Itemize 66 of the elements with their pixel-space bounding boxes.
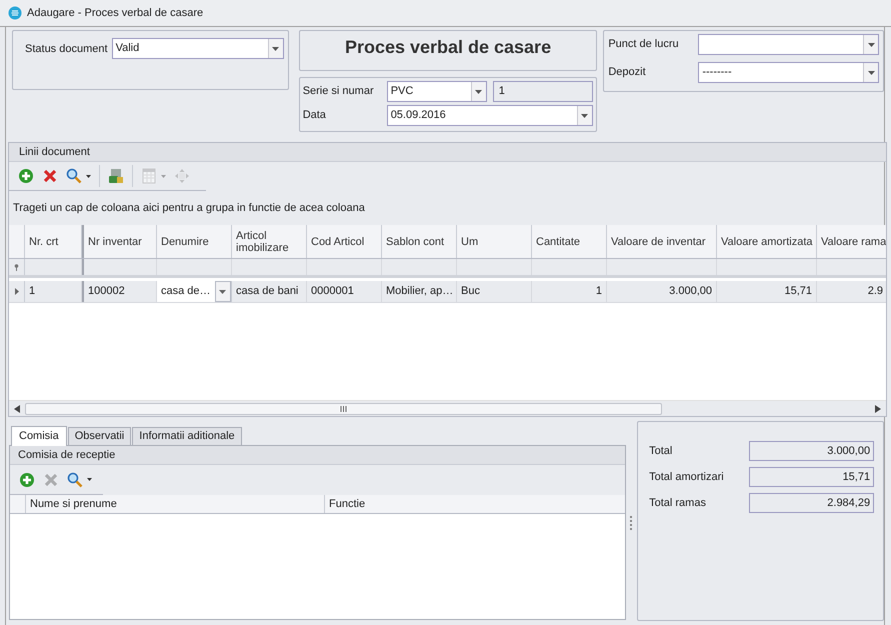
delete-icon bbox=[43, 472, 59, 488]
column-header[interactable]: Articol imobilizare bbox=[232, 225, 307, 258]
field-label: Status document bbox=[25, 42, 108, 57]
field-label: Serie si numar bbox=[302, 84, 375, 100]
filter-pin-icon bbox=[14, 264, 19, 270]
export-icon bbox=[108, 168, 124, 184]
column-header[interactable]: Valoare rama bbox=[817, 225, 886, 258]
field-label: Punct de lucru bbox=[608, 37, 680, 52]
date-picker[interactable]: 05.09.2016 bbox=[386, 105, 593, 126]
column-header[interactable]: Functie bbox=[325, 495, 626, 513]
field-label: Depozit bbox=[608, 65, 647, 80]
table-cell-text: 2.9 bbox=[866, 284, 884, 299]
table-cell: 3.000,00 bbox=[607, 281, 717, 302]
dropdown-caret-icon[interactable] bbox=[86, 174, 91, 178]
scroll-right-arrow[interactable] bbox=[875, 404, 881, 412]
splitter-grip-icon[interactable] bbox=[630, 516, 632, 530]
table-row[interactable]: 1 100002 casa de… casa de bani 0000001 Mobilier, ap… Buc 1 3.000,00 15,71 2.9 bbox=[9, 281, 886, 303]
total-field: 2.984,29 bbox=[749, 493, 874, 513]
row-indicator-icon bbox=[14, 288, 18, 295]
table-cell: Buc bbox=[457, 281, 532, 302]
column-header[interactable]: Denumire bbox=[157, 225, 232, 258]
search-icon bbox=[67, 472, 83, 488]
status-dropdown[interactable]: Valid bbox=[112, 38, 284, 59]
panel-title: Comisia de receptie bbox=[18, 448, 116, 463]
table-icon bbox=[141, 168, 157, 184]
scrollbar-thumb[interactable] bbox=[25, 402, 662, 414]
column-header[interactable]: Cod Articol bbox=[307, 225, 382, 258]
tab[interactable]: Informatii aditionale bbox=[132, 427, 242, 445]
total-field: 3.000,00 bbox=[749, 441, 874, 461]
move-arrows-icon bbox=[174, 168, 190, 184]
field-label: Data bbox=[302, 108, 327, 124]
search-icon bbox=[66, 168, 82, 184]
total-label: Total amortizari bbox=[649, 470, 725, 485]
document-title: Proces verbal de casare bbox=[344, 36, 552, 58]
table-cell: 0000001 bbox=[307, 281, 382, 302]
table-cell: casa de bani bbox=[232, 281, 307, 302]
number-field[interactable]: 1 bbox=[492, 81, 593, 102]
tab[interactable]: Comisia bbox=[11, 426, 67, 446]
column-header[interactable]: Sablon cont bbox=[382, 225, 457, 258]
group-by-hint: Trageti un cap de coloana aici pentru a grupa in functie de acea coloana bbox=[13, 200, 365, 216]
table-cell: Mobilier, ap… bbox=[382, 281, 457, 302]
column-header[interactable]: Cantitate bbox=[532, 225, 607, 258]
add-icon bbox=[19, 472, 35, 488]
column-header[interactable]: Valoare de inventar bbox=[607, 225, 717, 258]
total-label: Total ramas bbox=[649, 496, 707, 511]
warehouse-dropdown[interactable]: -------- bbox=[698, 62, 880, 83]
column-header[interactable]: Um bbox=[457, 225, 532, 258]
column-header[interactable]: Nume si prenume bbox=[26, 495, 325, 513]
app-icon bbox=[8, 6, 22, 20]
filter-cell[interactable] bbox=[82, 259, 157, 275]
cell-dropdown[interactable]: casa de… bbox=[157, 281, 232, 302]
window-title: Adaugare - Proces verbal de casare bbox=[27, 6, 204, 21]
table-cell: 1 bbox=[532, 281, 607, 302]
table-cell: 15,71 bbox=[717, 281, 817, 302]
total-label: Total bbox=[649, 444, 674, 459]
delete-icon bbox=[42, 168, 58, 184]
add-icon bbox=[18, 168, 34, 184]
series-dropdown[interactable]: PVC bbox=[386, 81, 487, 102]
panel-title: Linii document bbox=[19, 144, 90, 160]
tab[interactable]: Observatii bbox=[68, 427, 132, 445]
scroll-left-arrow[interactable] bbox=[14, 404, 20, 412]
total-field: 15,71 bbox=[749, 467, 874, 487]
table-cell: 1 bbox=[25, 281, 82, 302]
dropdown-caret-icon[interactable] bbox=[87, 478, 92, 481]
column-header[interactable]: Valoare amortizata bbox=[717, 225, 817, 258]
column-header[interactable]: Nr. crt bbox=[25, 225, 82, 258]
